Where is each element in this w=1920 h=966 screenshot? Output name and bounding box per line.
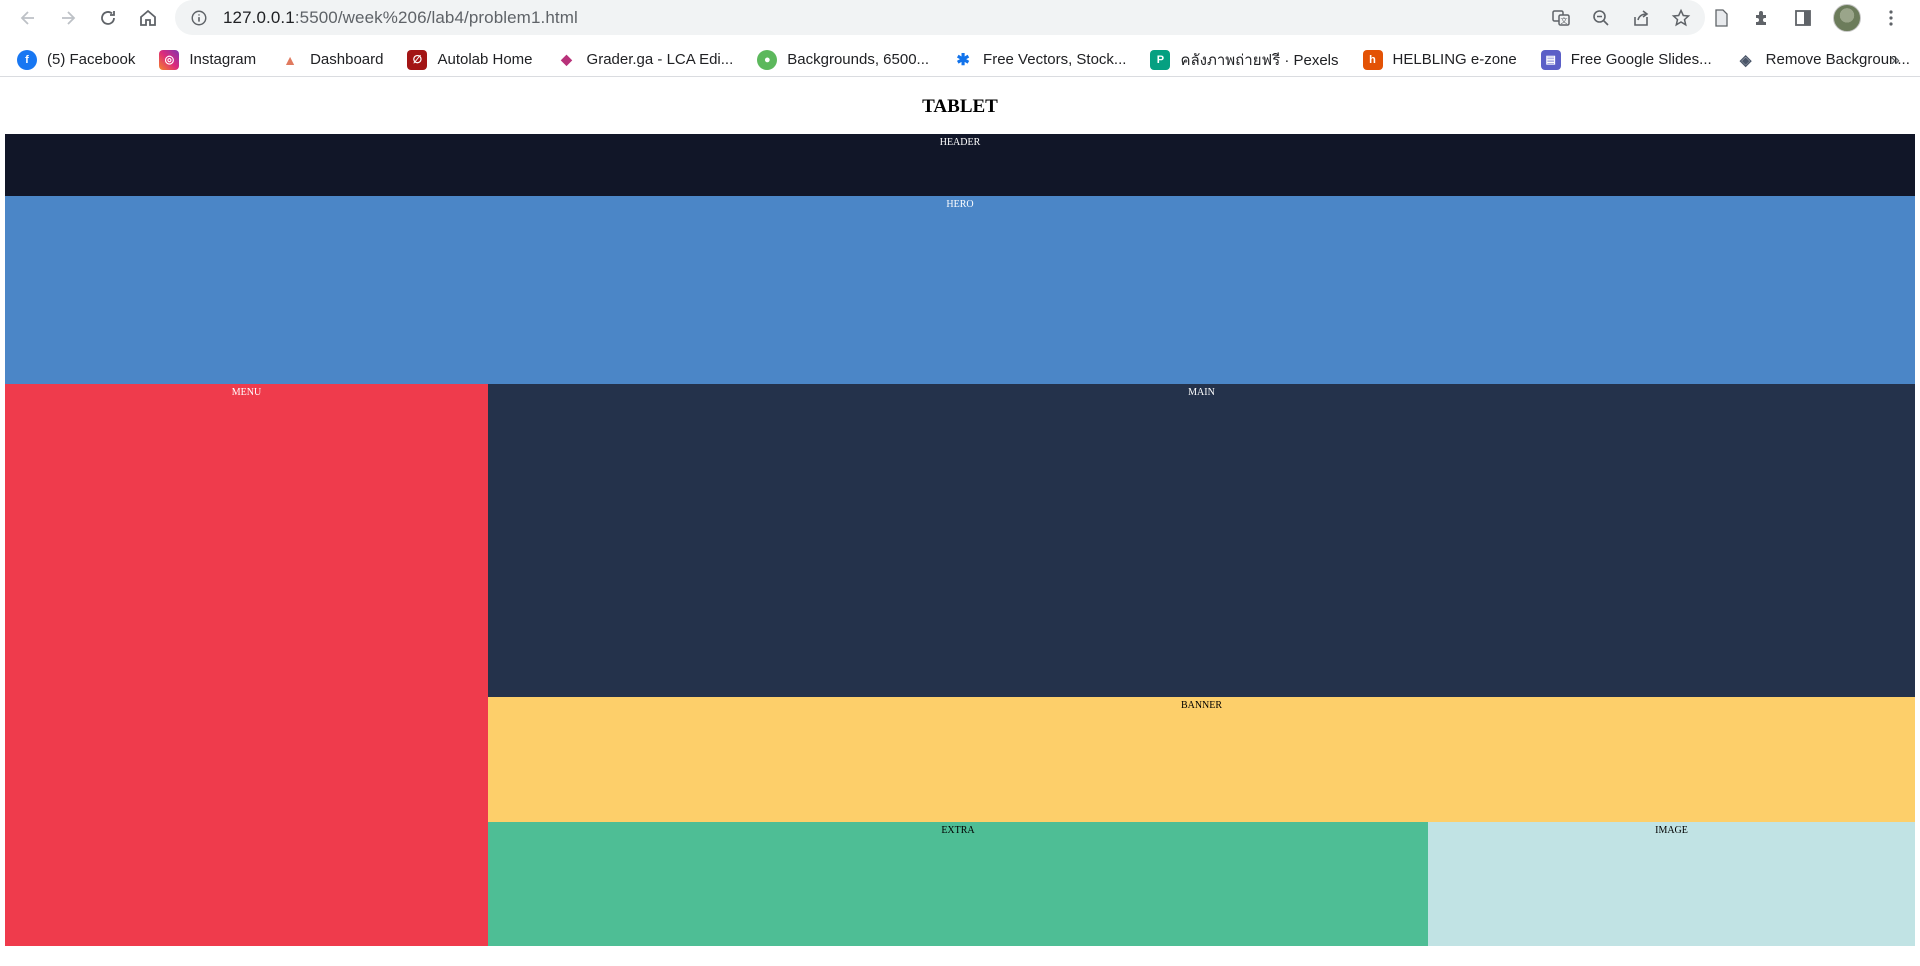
bookmark-item[interactable]: ∅ Autolab Home [407, 46, 540, 74]
url-host: 127.0.0.1 [223, 7, 295, 27]
header-area: HEADER [5, 134, 1915, 196]
bookmark-label: Backgrounds, 6500... [787, 51, 930, 68]
side-panel-icon[interactable] [1792, 7, 1814, 29]
bookmark-label: คลังภาพถ่ายฟรี · Pexels [1180, 51, 1339, 69]
url-text[interactable]: 127.0.0.1:5500/week%206/lab4/problem1.ht… [223, 8, 578, 28]
home-button[interactable] [128, 0, 168, 35]
forward-button[interactable] [48, 0, 88, 35]
bookmark-label: HELBLING e-zone [1392, 51, 1517, 68]
remove-bg-icon: ◈ [1739, 51, 1752, 69]
extra-area: EXTRA [488, 822, 1428, 946]
bookmark-item[interactable]: ◆ Grader.ga - LCA Edi... [557, 46, 742, 74]
extensions-icon[interactable] [1751, 7, 1773, 29]
back-button[interactable] [8, 0, 48, 35]
bookmark-label: Free Vectors, Stock... [983, 51, 1127, 68]
bookmark-item[interactable]: ▲ Dashboard [280, 46, 391, 74]
bookmark-label: Free Google Slides... [1570, 51, 1712, 68]
backgrounds-icon: ● [757, 49, 778, 70]
reload-icon [101, 10, 115, 25]
menu-kebab-icon[interactable] [1880, 7, 1902, 29]
menu-area: MENU [5, 384, 488, 946]
translate-icon[interactable]: 文 [1551, 8, 1571, 28]
bookmarks-bar: f (5) Facebook ◎ Instagram ▲ Dashboard ∅ Aut… [0, 43, 1920, 77]
autolab-icon: ∅ [407, 49, 428, 70]
page-title: TABLET [922, 96, 998, 117]
arrow-right-icon [62, 10, 76, 25]
profile-avatar[interactable] [1833, 3, 1861, 32]
bookmark-label: Remove Backgroun... [1765, 51, 1910, 68]
instagram-icon: ◎ [159, 49, 180, 70]
bookmark-label: Dashboard [310, 51, 384, 68]
bookmark-star-icon[interactable] [1671, 8, 1691, 28]
bookmark-item[interactable]: ✱ Free Vectors, Stock... [953, 46, 1134, 74]
bookmark-item[interactable]: ▤ Free Google Slides... [1540, 46, 1720, 74]
zoom-out-icon[interactable] [1591, 8, 1611, 28]
main-area: MAIN [488, 384, 1915, 697]
bookmark-item[interactable]: ◎ Instagram [159, 46, 264, 74]
slides-icon: ▤ [1540, 49, 1561, 70]
page-viewport: TABLET HEADER HERO MENU MAIN BANNER EXTR… [0, 84, 1920, 966]
svg-text:文: 文 [1561, 16, 1568, 25]
image-area: IMAGE [1428, 822, 1915, 946]
bookmark-item[interactable]: P คลังภาพถ่ายฟรี · Pexels [1150, 46, 1346, 74]
bookmark-label: Grader.ga - LCA Edi... [586, 51, 734, 68]
bookmark-item[interactable]: h HELBLING e-zone [1362, 46, 1525, 74]
home-icon [140, 9, 156, 26]
layout-grid: HEADER HERO MENU MAIN BANNER EXTRA IMAGE [5, 134, 1915, 946]
banner-area: BANNER [488, 697, 1915, 822]
bookmark-item[interactable]: ● Backgrounds, 6500... [757, 46, 937, 74]
browser-toolbar: 127.0.0.1:5500/week%206/lab4/problem1.ht… [0, 0, 1920, 35]
bookmarks-overflow-icon[interactable]: » [1891, 43, 1900, 77]
reading-list-icon[interactable] [1710, 7, 1732, 29]
grader-icon: ◆ [561, 51, 572, 67]
share-icon[interactable] [1631, 8, 1651, 28]
pexels-icon: P [1150, 49, 1171, 70]
arrow-left-icon [20, 10, 34, 25]
helbling-icon: h [1362, 49, 1383, 70]
url-path: :5500/week%206/lab4/problem1.html [294, 7, 578, 27]
facebook-icon: f [17, 49, 37, 70]
hero-area: HERO [5, 196, 1915, 384]
reload-button[interactable] [88, 0, 128, 35]
address-bar[interactable]: 127.0.0.1:5500/week%206/lab4/problem1.ht… [175, 0, 1705, 35]
freepik-icon: ✱ [956, 51, 970, 69]
bookmark-label: Instagram [189, 51, 257, 68]
site-info-icon[interactable] [189, 8, 209, 28]
dashboard-icon: ▲ [283, 51, 297, 68]
bookmark-label: Autolab Home [437, 51, 533, 68]
bookmark-item[interactable]: f (5) Facebook [17, 46, 143, 74]
bookmark-label: (5) Facebook [47, 51, 136, 68]
